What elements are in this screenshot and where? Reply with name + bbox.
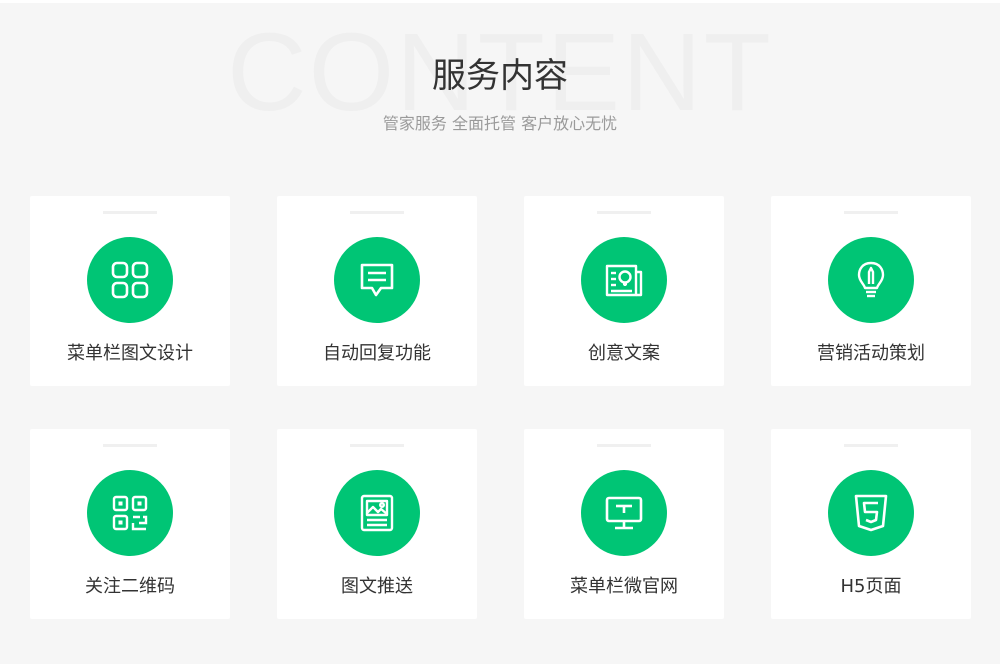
card-label: 图文推送 [341,576,413,597]
card-label: 关注二维码 [85,576,175,597]
service-card-marketing[interactable]: 营销活动策划 [771,196,971,386]
card-accent-line [597,444,651,447]
lightbulb-pencil-icon [828,237,914,323]
image-article-icon [334,470,420,556]
card-accent-line [350,211,404,214]
service-card-micro-site[interactable]: 菜单栏微官网 [524,429,724,619]
service-card-h5-page[interactable]: H5页面 [771,429,971,619]
top-strip [0,0,1000,3]
idea-document-icon [581,237,667,323]
card-accent-line [844,211,898,214]
card-accent-line [103,444,157,447]
service-card-menu-design[interactable]: 菜单栏图文设计 [30,196,230,386]
card-label: 创意文案 [588,343,660,364]
service-card-creative-copy[interactable]: 创意文案 [524,196,724,386]
service-card-article-push[interactable]: 图文推送 [277,429,477,619]
card-label: 菜单栏图文设计 [67,343,193,364]
card-accent-line [597,211,651,214]
section-subtitle: 管家服务 全面托管 客户放心无忧 [382,114,618,133]
service-card-qr-follow[interactable]: 关注二维码 [30,429,230,619]
monitor-icon [581,470,667,556]
card-label: 自动回复功能 [323,343,431,364]
qr-code-icon [87,470,173,556]
bottom-strip [0,664,1000,669]
card-accent-line [350,444,404,447]
card-label: 营销活动策划 [817,343,925,364]
card-label: H5页面 [840,576,902,597]
chat-bubble-icon [334,237,420,323]
card-accent-line [103,211,157,214]
grid-icon [87,237,173,323]
card-label: 菜单栏微官网 [570,576,678,597]
section-title: 服务内容 [432,56,568,96]
service-card-auto-reply[interactable]: 自动回复功能 [277,196,477,386]
card-accent-line [844,444,898,447]
html5-icon [828,470,914,556]
